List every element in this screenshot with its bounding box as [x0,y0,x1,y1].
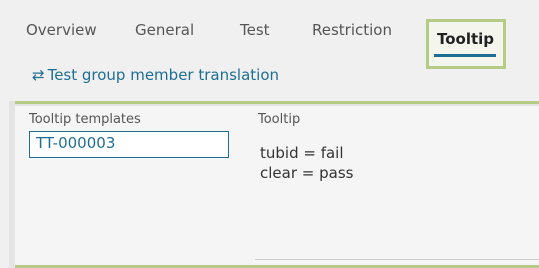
swap-arrows-icon: ⇄ [32,66,45,84]
test-group-member-translation-link[interactable]: ⇄ Test group member translation [32,66,279,84]
panel-left-gutter [9,101,15,268]
tab-bar: Overview General Test Restriction Toolti… [0,10,539,69]
tab-general[interactable]: General [135,21,194,39]
tooltip-label: Tooltip [258,112,301,127]
tooltip-line-1: tubid = fail [260,144,344,162]
tab-restriction[interactable]: Restriction [312,21,392,39]
tab-overview[interactable]: Overview [26,21,97,39]
tooltip-line-2: clear = pass [260,164,354,182]
tooltip-templates-label: Tooltip templates [29,112,141,127]
link-label: Test group member translation [47,66,280,84]
active-tab-underline [434,54,496,57]
panel-bottom-divider [255,259,539,260]
tab-test[interactable]: Test [240,21,270,39]
tooltip-templates-field[interactable]: TT-000003 [29,131,229,158]
panel-top-divider [14,104,539,106]
tab-tooltip[interactable]: Tooltip [437,30,494,48]
page-banner-clipped [0,0,539,10]
